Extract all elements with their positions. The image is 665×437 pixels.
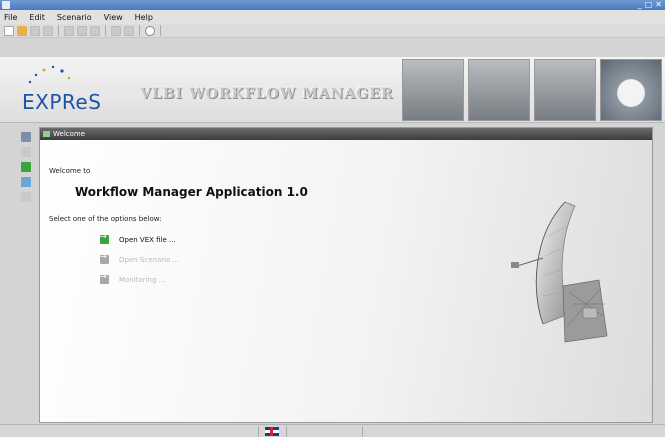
arrow-icon[interactable] [21, 162, 31, 172]
toolbar-separator [160, 25, 161, 36]
toolbar [0, 24, 665, 38]
undo-icon[interactable] [111, 25, 121, 36]
toolbar-separator [105, 25, 106, 36]
antenna-illustration [511, 201, 608, 343]
status-bar [0, 424, 665, 437]
open-scenario-option[interactable]: Open Scenario ... [100, 252, 180, 264]
logo-stars-icon [28, 65, 71, 84]
expres-logo: EXPReS [22, 90, 102, 114]
welcome-tab-icon [43, 131, 50, 137]
maximize-button[interactable]: □ [645, 0, 653, 10]
toolbar-separator [139, 25, 140, 36]
save-icon[interactable] [30, 25, 40, 36]
tab-welcome[interactable]: Welcome [40, 128, 652, 140]
menu-file[interactable]: File [4, 13, 17, 22]
status-divider [362, 426, 363, 437]
arrow-right-icon [100, 252, 109, 264]
toolbar-separator [58, 25, 59, 36]
radio-telescope-photo [402, 59, 464, 121]
banner-title: VLBI WORKFLOW MANAGER [140, 86, 394, 102]
menu-view[interactable]: View [104, 13, 123, 22]
menu-bar: File Edit Scenario View Help [0, 10, 665, 24]
delete-icon[interactable] [90, 25, 100, 36]
option-label: Open VEX file ... [119, 235, 176, 244]
copy-icon[interactable] [64, 25, 74, 36]
tab-label: Welcome [53, 130, 86, 138]
arrow-right-icon [100, 272, 109, 284]
application-title: Workflow Manager Application 1.0 [75, 185, 308, 199]
window-controls: _ □ ✕ [638, 0, 662, 10]
paste-icon[interactable] [77, 25, 87, 36]
radio-telescope-photo [468, 59, 530, 121]
options-prompt: Select one of the options below: [49, 215, 162, 223]
title-bar: _ □ ✕ [0, 0, 665, 10]
menu-scenario[interactable]: Scenario [57, 13, 92, 22]
refresh-icon[interactable] [145, 25, 155, 36]
arrow-right-icon [100, 232, 109, 244]
menu-edit[interactable]: Edit [29, 13, 45, 22]
app-icon [2, 1, 10, 9]
open-vex-file-option[interactable]: Open VEX file ... [100, 232, 176, 244]
welcome-intro: Welcome to [49, 167, 91, 175]
close-button[interactable]: ✕ [655, 0, 662, 10]
uk-flag-icon [265, 427, 279, 436]
new-file-icon[interactable] [4, 25, 14, 36]
minimize-button[interactable]: _ [638, 0, 642, 10]
monitoring-option[interactable]: Monitoring ... [100, 272, 166, 284]
redo-icon[interactable] [124, 25, 134, 36]
status-divider [258, 426, 259, 437]
radio-telescope-photo [534, 59, 596, 121]
option-label: Open Scenario ... [119, 255, 180, 264]
side-toolbar [18, 129, 34, 424]
option-label: Monitoring ... [119, 275, 166, 284]
menu-help[interactable]: Help [135, 13, 153, 22]
workspace-icon[interactable] [21, 132, 31, 142]
radome-photo [600, 59, 662, 121]
graph-icon[interactable] [21, 177, 31, 187]
application-window: _ □ ✕ File Edit Scenario View Help EXPRe… [0, 0, 665, 437]
welcome-panel: Welcome Welcome to Workflow Manager Appl… [39, 127, 653, 423]
status-divider [286, 426, 287, 437]
open-folder-icon[interactable] [17, 25, 27, 36]
document-icon[interactable] [21, 147, 31, 157]
settings-icon[interactable] [21, 192, 31, 202]
save-all-icon[interactable] [43, 25, 53, 36]
